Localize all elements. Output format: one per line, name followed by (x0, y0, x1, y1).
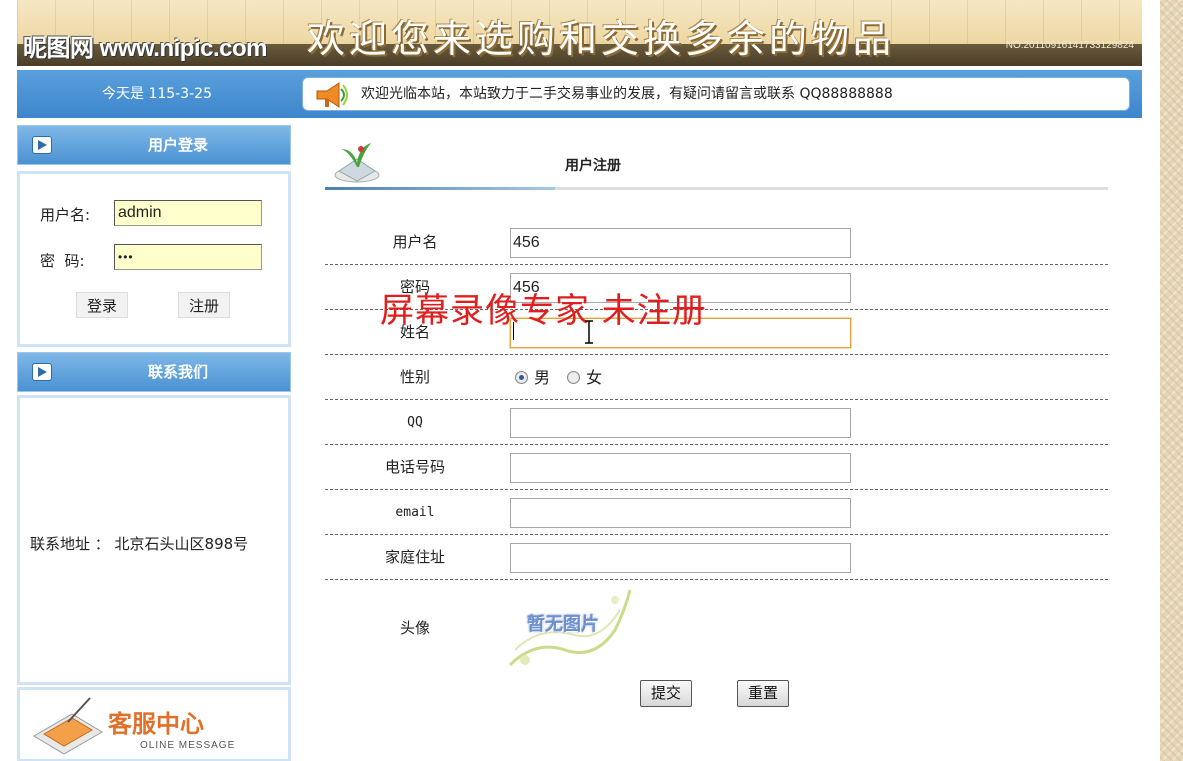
login-panel-header: 用户登录 (17, 125, 291, 165)
service-phone-icon (33, 697, 103, 755)
reset-button[interactable]: 重置 (737, 680, 790, 707)
text-caret (513, 322, 514, 340)
page: 昵图网 www.nipic.com 欢迎您来选购和交换多余的物品 NO:2011… (0, 0, 1160, 761)
form-row-email: email (325, 490, 1108, 535)
notice-box: 欢迎光临本站，本站致力于二手交易事业的发展，有疑问请留言或联系 QQ888888… (302, 77, 1130, 111)
name-field[interactable] (510, 318, 851, 348)
gender-radio-group: 男 女 (515, 355, 602, 400)
form-row-phone: 电话号码 (325, 445, 1108, 490)
megaphone-icon (316, 82, 348, 108)
password-label: 密 码: (40, 252, 85, 270)
arrow-right-icon (32, 363, 52, 381)
text-cursor-icon (585, 320, 593, 344)
address-field[interactable] (510, 543, 851, 573)
form-row-username: 用户名 456 (325, 220, 1108, 265)
plant-icon (334, 143, 380, 183)
sidebar: 用户登录 用户名: admin 密 码: ••• 登录 注册 联系我们 联系地址… (17, 125, 291, 761)
register-button[interactable]: 注册 (178, 292, 231, 318)
gender-male-radio[interactable] (515, 371, 528, 384)
password-field[interactable]: 456 (510, 273, 851, 303)
contact-panel-header: 联系我们 (17, 352, 291, 392)
notice-text: 欢迎光临本站，本站致力于二手交易事业的发展，有疑问请留言或联系 QQ888888… (361, 86, 893, 102)
contact-panel-title: 联系我们 (147, 363, 208, 381)
login-panel: 用户名: admin 密 码: ••• 登录 注册 (17, 171, 291, 347)
current-date: 今天是 115-3-25 (102, 86, 212, 102)
username-field-label: 用户名 (392, 233, 438, 251)
phone-field-label: 电话号码 (384, 458, 445, 476)
service-title: 客服中心 (108, 709, 204, 738)
form-title: 用户注册 (565, 158, 621, 174)
form-row-address: 家庭住址 (325, 535, 1108, 580)
login-password-input[interactable]: ••• (114, 244, 262, 270)
username-label: 用户名: (40, 206, 91, 224)
gender-field-label: 性别 (399, 368, 430, 386)
avatar-image[interactable]: 暂无图片 (505, 580, 635, 672)
email-field-label: email (395, 505, 435, 520)
login-username-input[interactable]: admin (114, 200, 262, 226)
gender-female-radio[interactable] (567, 371, 581, 384)
name-field-label: 姓名 (399, 323, 430, 341)
banner-serial: NO:20110916141733129824 (1005, 40, 1134, 51)
avatar-field-label: 头像 (399, 619, 430, 637)
arrow-right-icon (32, 136, 52, 154)
contact-address: 联系地址 ： 北京石头山区898号 (30, 535, 249, 553)
qq-field-label: QQ (407, 415, 423, 430)
avatar-placeholder-text: 暂无图片 (527, 614, 599, 635)
gender-male-label: 男 (534, 368, 551, 387)
site-logo: 昵图网 www.nipic.com (23, 35, 267, 62)
login-panel-title: 用户登录 (147, 136, 208, 154)
email-field[interactable] (510, 498, 851, 528)
password-field-label: 密码 (399, 278, 430, 296)
submit-button[interactable]: 提交 (640, 680, 693, 707)
contact-panel: 联系地址 ： 北京石头山区898号 (17, 395, 291, 685)
form-row-password: 密码 456 (325, 265, 1108, 310)
address-field-label: 家庭住址 (384, 548, 445, 566)
registration-form: 用户注册 用户名 456 密码 456 姓名 性别 男 女 QQ 电话号码 em… (325, 125, 1115, 761)
login-button[interactable]: 登录 (76, 292, 129, 318)
form-row-qq: QQ (325, 400, 1108, 445)
username-field[interactable]: 456 (510, 228, 851, 258)
form-row-name: 姓名 (325, 310, 1108, 355)
form-row-gender: 性别 男 女 (325, 355, 1108, 400)
form-row-avatar: 头像 暂无图片 (325, 580, 1108, 675)
status-bar: 今天是 115-3-25 欢迎光临本站，本站致力于二手交易事业的发展，有疑问请留… (17, 70, 1142, 118)
qq-field[interactable] (510, 408, 851, 438)
phone-field[interactable] (510, 453, 851, 483)
banner-headline: 欢迎您来选购和交换多余的物品 (307, 17, 896, 61)
service-subtitle: OLINE MESSAGE (140, 740, 236, 751)
gender-female-label: 女 (586, 368, 603, 387)
service-center[interactable]: 客服中心 OLINE MESSAGE (17, 687, 291, 761)
title-divider (325, 187, 1108, 190)
header-banner: 昵图网 www.nipic.com 欢迎您来选购和交换多余的物品 NO:2011… (17, 0, 1142, 66)
